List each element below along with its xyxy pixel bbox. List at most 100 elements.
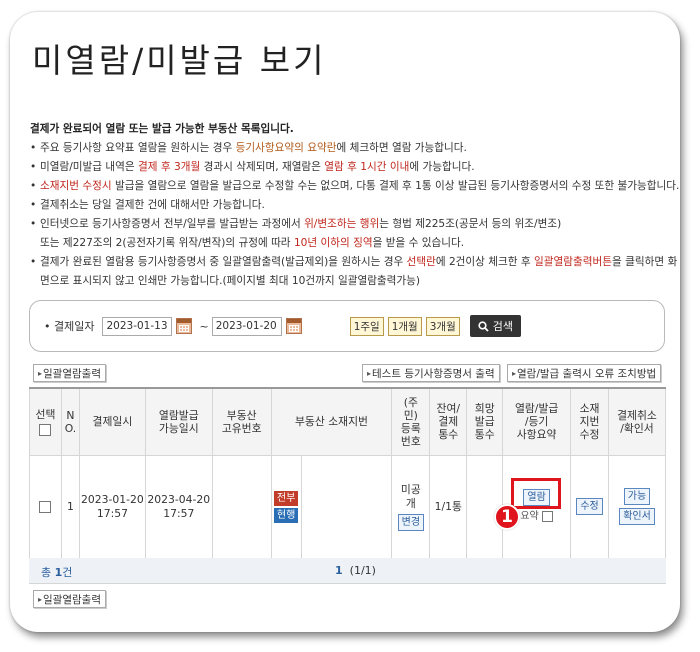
notice-fragment: 주요 등기사항 요약표 열람을 원하시는 경우 [40,142,236,154]
notice-item: • 소재지번 수정시 발급을 열람으로 열람을 발급으로 수정할 수는 없으며, … [30,177,680,196]
notice-fragment: 소재지번 수정시 [40,180,112,192]
notice-fragment: 열람 후 1시간 이내 [324,161,410,173]
row-edit-addr: 수정 [570,454,609,559]
test-print-label: 테스트 등기사항증명서 출력 [372,367,495,380]
total-count: 총 1건 [41,564,72,580]
search-button[interactable]: 검색 [469,315,521,337]
period-1month-button[interactable]: 1개월 [387,316,422,336]
bulk-print-label: 일괄열람출력 [43,367,101,380]
test-print-button[interactable]: ▸ 테스트 등기사항증명서 출력 [362,364,500,382]
header-hope: 희망 발급 통수 [466,387,504,456]
notice-heading: 결제가 완료되어 열람 또는 발급 가능한 부동산 목록입니다. [30,123,294,135]
bullet-icon: • [30,256,37,268]
notice-fragment: 에 체크하면 열람 가능합니다. [336,142,467,154]
row-cancel: 가능 확인서 [608,454,666,559]
header-unique-no: 부동산 고유번호 [211,387,272,456]
date-separator: ~ [199,319,209,333]
total-prefix: 총 [41,566,52,579]
notice-item: • 주요 등기사항 요약표 열람을 원하시는 경우 등기사항요약의 요약란에 체크… [30,139,680,158]
avail-date-text: 2023-04-20 [147,492,211,506]
period-1week-button[interactable]: 1주일 [349,316,384,336]
row-checkbox[interactable] [39,500,52,513]
bullet-icon: • [30,218,37,230]
page-current[interactable]: 1 [335,564,343,577]
calendar-icon[interactable] [176,318,193,334]
notice-text: 인터넷으로 등기사항증명서 전부/일부를 발급받는 과정에서 위/변조하는 행위… [40,215,680,253]
avail-time-text: 17:57 [163,506,195,520]
search-label: 검색 [492,320,513,333]
cancel-possible-button[interactable]: 가능 [623,488,651,505]
search-icon [478,320,489,332]
bullet-icon: • [30,199,37,211]
header-reg-no: (주 민) 등록 번호 [391,387,431,456]
bulk-print-button-top[interactable]: ▸ 일괄열람출력 [33,364,106,382]
arrow-right-icon: ▸ [512,368,517,378]
header-remain: 잔여/ 결제 통수 [429,387,468,456]
notice-list: 결제가 완료되어 열람 또는 발급 가능한 부동산 목록입니다. • 주요 등기사… [30,120,680,291]
view-wrap: 열람 [511,478,562,509]
error-help-label: 열람/발급 출력시 오류 조치방법 [517,367,657,380]
header-cancel: 결제취소 /확인서 [608,387,666,456]
step-marker: 1 [494,504,520,530]
pay-time-text: 17:57 [96,506,128,520]
filter-label: • 결제일자 [44,320,95,333]
header-avail-date: 열람발급 가능일시 [144,387,213,456]
error-help-button[interactable]: ▸ 열람/발급 출력시 오류 조치방법 [507,364,662,382]
notice-text: 소재지번 수정시 발급을 열람으로 열람을 발급으로 수정할 수는 없으며, 다… [40,177,680,196]
result-table: 선택 N O. 결제일시 열람발급 가능일시 부동산 고유번호 부동산 소재지번… [29,387,666,559]
select-all-checkbox[interactable] [39,423,52,436]
bullet-icon: • [30,161,37,173]
notice-fragment: 결제 후 3개월 [138,161,201,173]
header-address: 부동산 소재지번 [270,387,393,456]
row-unique-no [211,454,272,559]
notice-fragment: 일괄열람출력버튼 [534,256,612,268]
notice-fragment: 위/변조하는 행위 [304,218,380,230]
summary-label: 요약 [520,511,539,522]
notice-fragment: 에 2건이상 체크한 후 [435,256,535,268]
notice-text: 미열람/미발급 내역은 결제 후 3개월 경과시 삭제되며, 재열람은 열람 후… [40,158,680,177]
header-select-label: 선택 [35,407,56,421]
table-header-row: 선택 N O. 결제일시 열람발급 가능일시 부동산 고유번호 부동산 소재지번… [29,387,666,456]
notice-fragment: 10년 이하의 징역 [293,237,373,249]
table-footer: 총 1건 1 (1/1) [29,558,666,584]
date-from-input[interactable] [102,316,173,336]
header-edit-addr: 소재 지번 수정 [570,387,609,456]
notice-fragment: 경과시 삭제되며, 재열람은 [200,161,325,173]
row-avail-date: 2023-04-20 17:57 [144,454,213,559]
bullet-icon: • [30,142,37,154]
bulk-print-button-bottom[interactable]: ▸ 일괄열람출력 [33,590,106,608]
edit-address-button[interactable]: 수정 [576,498,603,515]
bullet-icon: • [30,180,37,192]
pay-date-text: 2023-01-20 [81,492,144,506]
row-remain: 1/1통 [429,454,468,559]
row-pay-date: 2023-01-20 17:57 [78,454,146,559]
notice-items: • 주요 등기사항 요약표 열람을 원하시는 경우 등기사항요약의 요약란에 체크… [30,139,680,291]
row-no: 1 [60,454,80,559]
confirm-doc-button[interactable]: 확인서 [619,508,655,525]
notice-fragment: 미열람/미발급 내역은 [40,161,139,173]
notice-text: 주요 등기사항 요약표 열람을 원하시는 경우 등기사항요약의 요약란에 체크하… [40,139,680,158]
notice-item: • 미열람/미발급 내역은 결제 후 3개월 경과시 삭제되며, 재열람은 열람 … [30,158,680,177]
row-tags: 전부 현행 [270,454,302,559]
total-suffix: 건 [62,566,73,579]
tag-current: 현행 [273,507,299,523]
notice-fragment: 또는 제227조의 2(공전자기록 위작/변작)의 규정에 따라 [40,237,294,249]
notice-text: 결제취소는 당일 결제한 건에 대해서만 가능합니다. [40,196,680,215]
calendar-icon[interactable] [285,318,302,334]
row-address [300,454,393,559]
notice-fragment: 인터넷으로 등기사항증명서 전부/일부를 발급받는 과정에서 [40,218,305,230]
date-filter: • 결제일자 ~ 1주일 1개월 3개월 검색 [29,300,665,352]
period-3month-button[interactable]: 3개월 [425,316,460,336]
period-buttons: 1주일 1개월 3개월 [349,316,460,336]
header-pay-date: 결제일시 [78,387,146,456]
tag-all: 전부 [273,490,299,506]
notice-fragment: 결제가 완료된 열람용 등기사항증명서 중 일괄열람출력(발급제외)을 원하시는… [40,256,407,268]
date-to-input[interactable] [211,316,282,336]
header-view-issue: 열람/발급 /등기 사항요약 [502,387,572,456]
summary-checkbox[interactable] [541,510,553,522]
notice-fragment: 발급을 열람으로 열람을 발급으로 수정할 수는 없으며, 다통 결제 후 1통… [111,180,680,192]
view-button[interactable]: 열람 [523,489,550,506]
page-info: (1/1) [349,564,376,577]
arrow-right-icon: ▸ [38,368,43,378]
reg-change-button[interactable]: 변경 [397,513,425,531]
